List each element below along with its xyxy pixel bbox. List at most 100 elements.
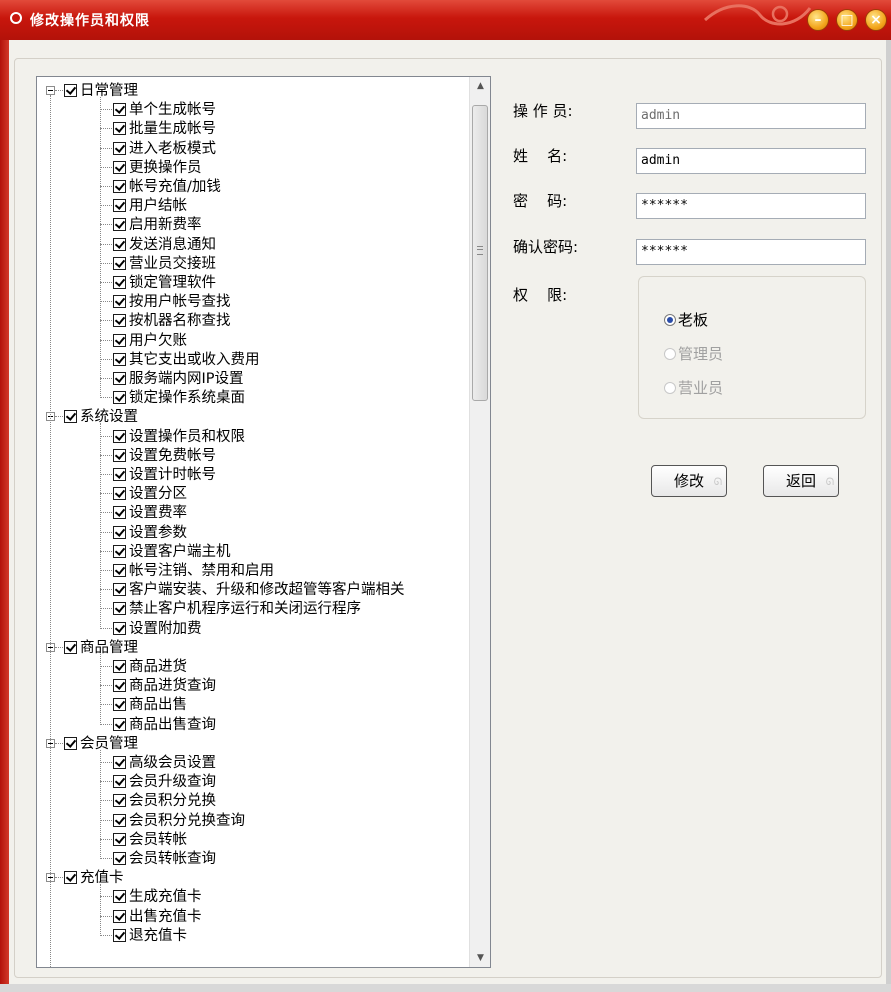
- checkbox-checked-icon[interactable]: [113, 352, 126, 366]
- checkbox-checked-icon[interactable]: [113, 583, 126, 597]
- tree-item-row[interactable]: 进入老板模式: [113, 139, 216, 159]
- tree-item-row[interactable]: 会员积分兑换查询: [113, 811, 245, 831]
- tree-group-row[interactable]: 系统设置: [64, 407, 138, 427]
- checkbox-checked-icon[interactable]: [113, 679, 126, 693]
- checkbox-checked-icon[interactable]: [113, 333, 126, 347]
- checkbox-checked-icon[interactable]: [64, 871, 77, 885]
- tree-item-row[interactable]: 发送消息通知: [113, 235, 216, 255]
- checkbox-checked-icon[interactable]: [113, 506, 126, 520]
- checkbox-checked-icon[interactable]: [113, 218, 126, 232]
- role-radio-boss[interactable]: 老板: [664, 309, 708, 330]
- checkbox-checked-icon[interactable]: [64, 640, 77, 654]
- minimize-button[interactable]: –: [807, 9, 829, 31]
- tree-item-row[interactable]: 会员转帐查询: [113, 849, 216, 869]
- checkbox-checked-icon[interactable]: [113, 852, 126, 865]
- checkbox-checked-icon[interactable]: [113, 756, 126, 769]
- tree-item-row[interactable]: 设置计时帐号: [113, 465, 216, 485]
- checkbox-checked-icon[interactable]: [113, 832, 126, 846]
- collapse-toggle-icon[interactable]: [46, 86, 55, 95]
- tree-item-row[interactable]: 用户结帐: [113, 196, 187, 216]
- checkbox-checked-icon[interactable]: [113, 621, 126, 635]
- checkbox-checked-icon[interactable]: [113, 775, 126, 789]
- scroll-up-arrow-icon[interactable]: ▲: [470, 77, 490, 95]
- tree-scrollbar[interactable]: ▲ ▼: [469, 77, 490, 967]
- tree-item-row[interactable]: 服务端内网IP设置: [113, 369, 244, 389]
- checkbox-checked-icon[interactable]: [113, 276, 126, 289]
- checkbox-checked-icon[interactable]: [113, 564, 126, 577]
- tree-item-row[interactable]: 其它支出或收入费用: [113, 350, 260, 370]
- tree-item-row[interactable]: 设置免费帐号: [113, 446, 216, 466]
- checkbox-checked-icon[interactable]: [113, 141, 126, 155]
- tree-item-row[interactable]: 设置附加费: [113, 619, 202, 639]
- checkbox-checked-icon[interactable]: [113, 928, 126, 942]
- operator-field[interactable]: admin: [636, 103, 866, 129]
- tree-item-row[interactable]: 会员升级查询: [113, 772, 216, 792]
- checkbox-checked-icon[interactable]: [113, 544, 126, 558]
- checkbox-checked-icon[interactable]: [113, 660, 126, 673]
- checkbox-checked-icon[interactable]: [113, 698, 126, 712]
- close-button[interactable]: ×: [865, 9, 887, 31]
- checkbox-checked-icon[interactable]: [113, 314, 126, 328]
- tree-group-row[interactable]: 充值卡: [64, 868, 124, 888]
- tree-item-row[interactable]: 批量生成帐号: [113, 119, 216, 139]
- checkbox-checked-icon[interactable]: [113, 199, 126, 213]
- checkbox-checked-icon[interactable]: [113, 468, 126, 481]
- role-radio-clerk[interactable]: 营业员: [664, 377, 723, 398]
- scrollbar-thumb[interactable]: [472, 105, 488, 401]
- tree-item-row[interactable]: 商品进货: [113, 657, 187, 677]
- checkbox-checked-icon[interactable]: [113, 372, 126, 385]
- tree-item-row[interactable]: 设置客户端主机: [113, 542, 231, 562]
- tree-item-row[interactable]: 出售充值卡: [113, 907, 202, 927]
- title-bar[interactable]: 修改操作员和权限 – □ ×: [0, 0, 891, 40]
- tree-item-row[interactable]: 商品出售查询: [113, 715, 216, 735]
- tree-item-row[interactable]: 单个生成帐号: [113, 100, 216, 120]
- password-field[interactable]: ******: [636, 193, 866, 219]
- tree-item-row[interactable]: 设置参数: [113, 523, 187, 543]
- scroll-down-arrow-icon[interactable]: ▼: [470, 949, 490, 967]
- checkbox-checked-icon[interactable]: [64, 410, 77, 424]
- tree-item-row[interactable]: 更换操作员: [113, 158, 202, 178]
- checkbox-checked-icon[interactable]: [64, 736, 77, 750]
- tree-item-row[interactable]: 锁定操作系统桌面: [113, 388, 245, 408]
- tree-item-row[interactable]: 设置分区: [113, 484, 187, 504]
- tree-item-row[interactable]: 商品进货查询: [113, 676, 216, 696]
- tree-item-row[interactable]: 设置操作员和权限: [113, 427, 245, 447]
- checkbox-checked-icon[interactable]: [64, 84, 77, 97]
- role-radio-admin[interactable]: 管理员: [664, 343, 723, 364]
- name-field[interactable]: admin: [636, 148, 866, 174]
- tree-item-row[interactable]: 启用新费率: [113, 215, 202, 235]
- checkbox-checked-icon[interactable]: [113, 160, 126, 174]
- checkbox-checked-icon[interactable]: [113, 391, 126, 405]
- tree-item-row[interactable]: 高级会员设置: [113, 753, 216, 773]
- tree-item-row[interactable]: 设置费率: [113, 503, 187, 523]
- tree-item-row[interactable]: 会员转帐: [113, 830, 187, 850]
- tree-item-row[interactable]: 帐号充值/加钱: [113, 177, 221, 197]
- maximize-button[interactable]: □: [836, 9, 858, 31]
- tree-item-row[interactable]: 帐号注销、禁用和启用: [113, 561, 274, 581]
- tree-item-row[interactable]: 禁止客户机程序运行和关闭运行程序: [113, 599, 361, 619]
- modify-button[interactable]: 修改 ᘏ: [651, 465, 727, 497]
- confirm-password-field[interactable]: ******: [636, 239, 866, 265]
- checkbox-checked-icon[interactable]: [113, 295, 126, 309]
- checkbox-checked-icon[interactable]: [113, 256, 126, 270]
- checkbox-checked-icon[interactable]: [113, 794, 126, 808]
- tree-item-row[interactable]: 生成充值卡: [113, 887, 202, 907]
- checkbox-checked-icon[interactable]: [113, 487, 126, 501]
- tree-item-row[interactable]: 用户欠账: [113, 331, 187, 351]
- checkbox-checked-icon[interactable]: [113, 429, 126, 443]
- tree-group-row[interactable]: 商品管理: [64, 638, 138, 658]
- checkbox-checked-icon[interactable]: [113, 602, 126, 616]
- tree-item-row[interactable]: 客户端安装、升级和修改超管等客户端相关: [113, 580, 405, 600]
- tree-group-row[interactable]: 会员管理: [64, 734, 138, 754]
- tree-item-row[interactable]: 商品出售: [113, 695, 187, 715]
- checkbox-checked-icon[interactable]: [113, 237, 126, 251]
- tree-item-row[interactable]: 会员积分兑换: [113, 791, 216, 811]
- checkbox-checked-icon[interactable]: [113, 909, 126, 923]
- tree-item-row[interactable]: 营业员交接班: [113, 254, 216, 274]
- checkbox-checked-icon[interactable]: [113, 525, 126, 539]
- tree-item-row[interactable]: 按用户帐号查找: [113, 292, 231, 312]
- checkbox-checked-icon[interactable]: [113, 180, 126, 193]
- permission-tree[interactable]: 日常管理 单个生成帐号 批量生成帐号 进入老板模式 更换操作员 帐号充值/加钱 用户结帐 启用…: [36, 76, 491, 968]
- checkbox-checked-icon[interactable]: [113, 103, 126, 117]
- checkbox-checked-icon[interactable]: [113, 122, 126, 136]
